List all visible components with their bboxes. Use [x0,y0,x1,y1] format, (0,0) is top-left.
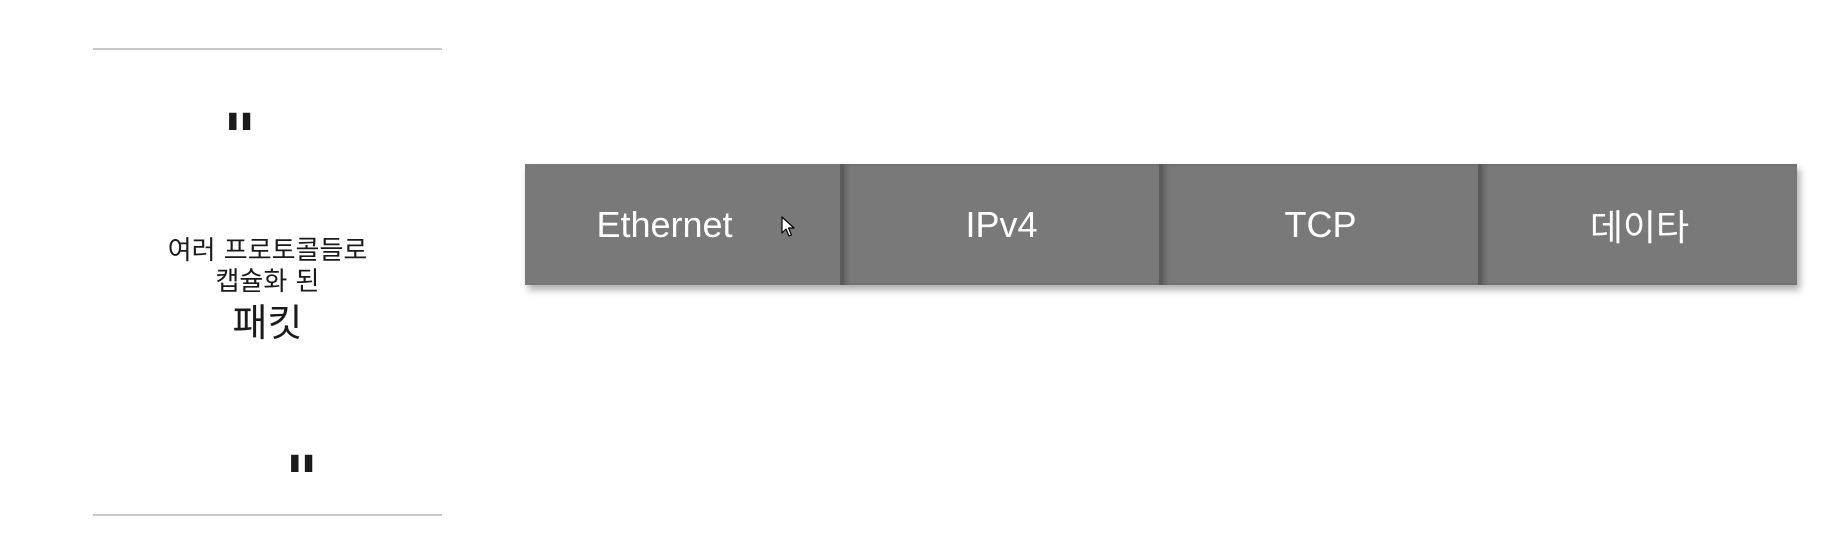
quote-line-1: 여러 프로토콜들로 [167,236,368,266]
closing-quote-mark: " [285,442,319,517]
segment-label-data: 데이타 [1589,206,1690,248]
top-divider [93,48,442,50]
segment-label-ipv4: IPv4 [965,203,1038,245]
opening-quote-mark: " [223,100,257,175]
segment-label-ethernet: Ethernet [596,203,733,245]
mouse-pointer-icon [781,216,795,237]
packet-segment-tcp: TCP [1159,164,1478,285]
segment-label-tcp: TCP [1284,203,1357,245]
quote-line-2: 캡슐화 된 [215,267,320,297]
quote-panel: " 여러 프로토콜들로 캡슐화 된 패킷 " [93,48,442,516]
quote-text: 여러 프로토콜들로 캡슐화 된 패킷 [93,236,442,346]
quote-emphasis: 패킷 [232,301,303,345]
packet-diagram: Ethernet IPv4 TCP 데이타 [525,164,1797,285]
bottom-divider [93,514,442,516]
packet-segment-ipv4: IPv4 [840,164,1159,285]
packet-segment-data: 데이타 [1478,164,1797,285]
